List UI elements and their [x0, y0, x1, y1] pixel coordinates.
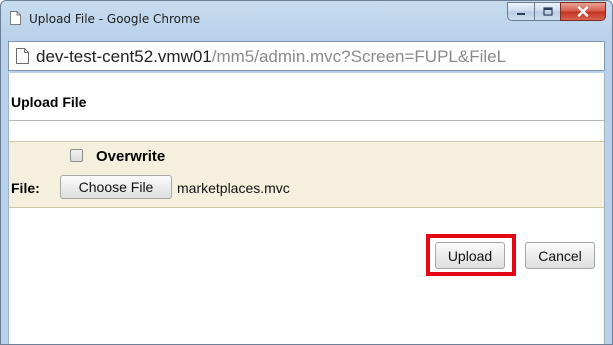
- overwrite-label: Overwrite: [96, 148, 166, 165]
- page-icon: [10, 11, 21, 25]
- minimize-icon: [517, 12, 525, 15]
- minimize-button[interactable]: [507, 2, 534, 21]
- choose-file-button[interactable]: Choose File: [60, 175, 172, 199]
- maximize-button[interactable]: [534, 2, 560, 21]
- page-icon: [16, 48, 29, 64]
- title-bar[interactable]: Upload File - Google Chrome: [1, 1, 612, 39]
- address-bar[interactable]: dev-test-cent52.vmw01/mm5/admin.mvc?Scre…: [8, 41, 605, 71]
- window-controls: [507, 2, 606, 22]
- cancel-button[interactable]: Cancel: [525, 242, 595, 269]
- url-path: /mm5/admin.mvc?Screen=FUPL&FileL: [211, 47, 507, 66]
- url-text[interactable]: dev-test-cent52.vmw01/mm5/admin.mvc?Scre…: [36, 47, 601, 67]
- window-title: Upload File - Google Chrome: [29, 12, 201, 26]
- close-icon: [577, 6, 589, 17]
- upload-form-panel: Overwrite File: Choose File marketplaces…: [9, 141, 604, 208]
- page-title: Upload File: [11, 94, 87, 110]
- maximize-icon: [542, 7, 553, 16]
- close-button[interactable]: [560, 2, 606, 21]
- file-label: File:: [11, 180, 40, 196]
- selected-file-name: marketplaces.mvc: [177, 180, 290, 196]
- browser-window: Upload File - Google Chrome dev-test-cen…: [0, 0, 613, 345]
- divider: [9, 120, 604, 121]
- page-content: Upload File Overwrite File: Choose File …: [8, 73, 605, 344]
- overwrite-checkbox[interactable]: [70, 149, 83, 162]
- upload-button[interactable]: Upload: [435, 242, 505, 269]
- url-host: dev-test-cent52.vmw01: [36, 47, 212, 66]
